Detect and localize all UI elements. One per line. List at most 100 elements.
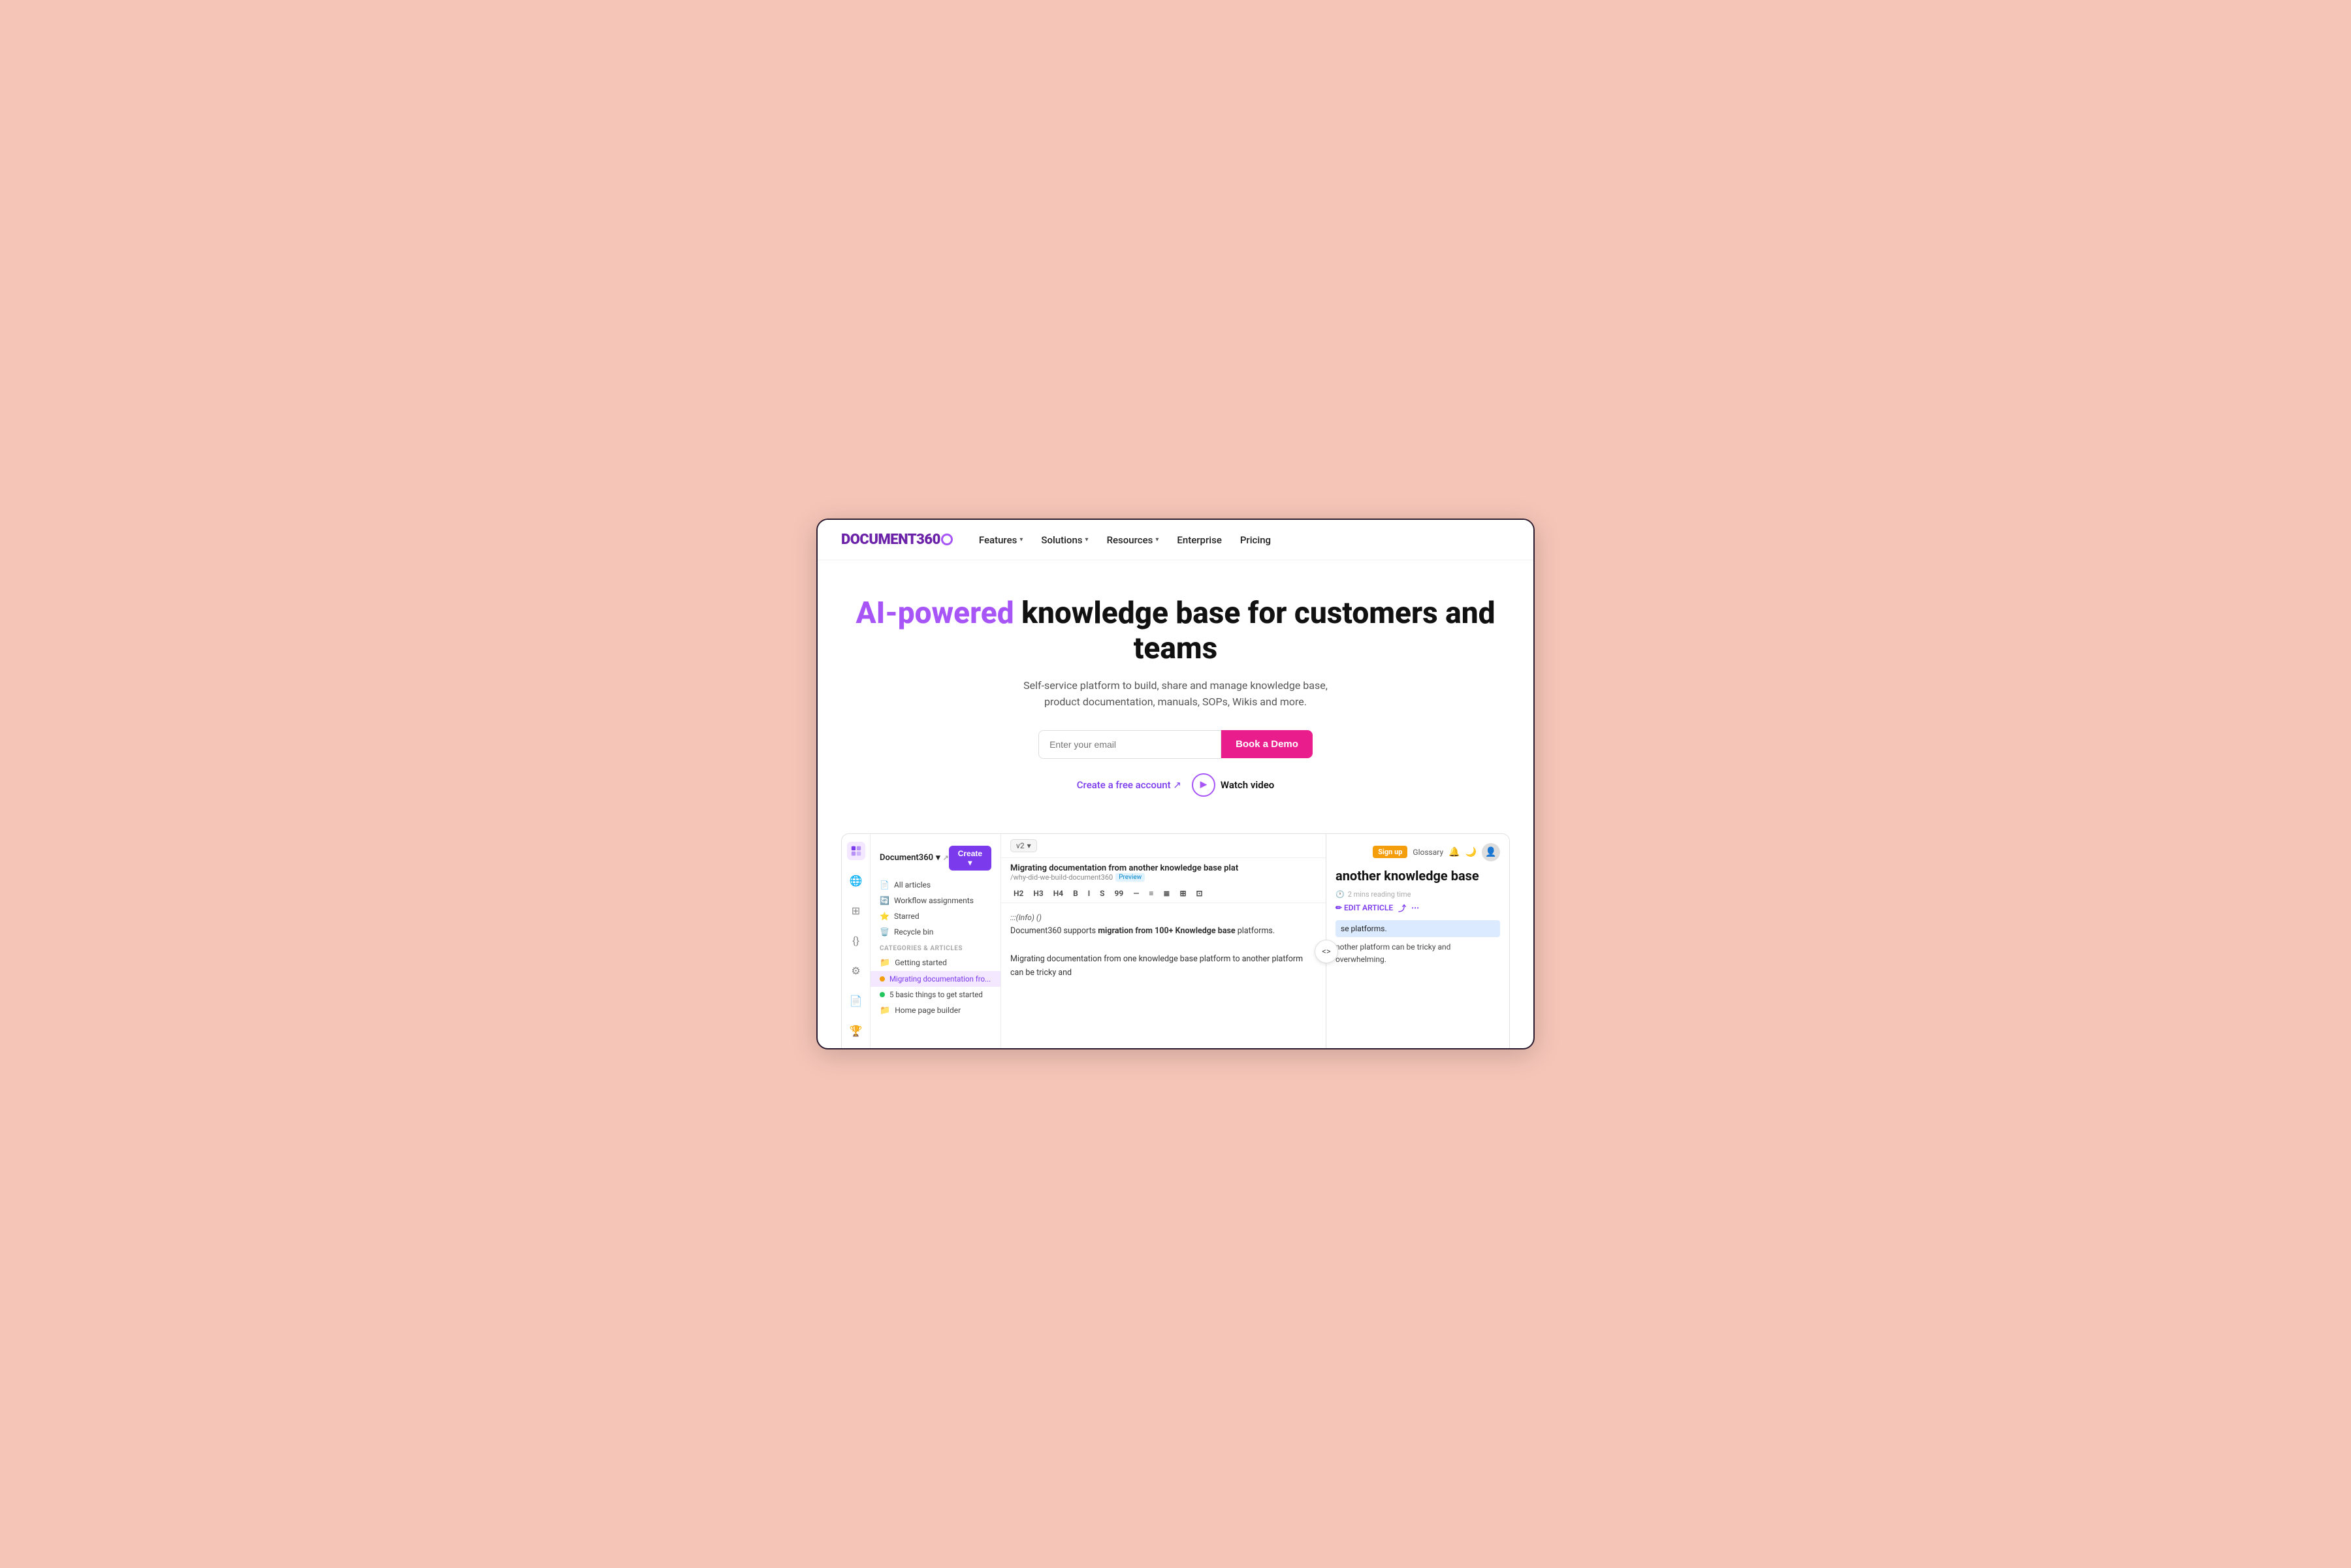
sidebar-header: Document360 ▾ ↗ Create ▾ — [871, 842, 1000, 877]
starred-icon: ⭐ — [880, 912, 889, 921]
sidebar-icon-doc[interactable]: 📄 — [847, 992, 865, 1010]
browser-frame: DOCUMENT360 Features ▾ Solutions ▾ Resou… — [816, 519, 1535, 1049]
version-badge[interactable]: v2 ▾ — [1010, 839, 1037, 852]
editor-panel: v2 ▾ Migrating documentation from anothe… — [1001, 834, 1326, 1048]
nav-link-enterprise[interactable]: Enterprise — [1177, 534, 1221, 546]
navbar: DOCUMENT360 Features ▾ Solutions ▾ Resou… — [818, 520, 1533, 560]
share-icon[interactable]: ⤴ — [1398, 903, 1406, 914]
sign-up-badge[interactable]: Sign up — [1373, 846, 1407, 858]
nav-item-workflow[interactable]: 🔄 Workflow assignments — [871, 893, 1000, 908]
toolbar-h2[interactable]: H2 — [1010, 888, 1027, 899]
preview-pane: Sign up Glossary 🔔 🌙 👤 another knowledge… — [1326, 834, 1509, 1048]
categories-label: CATEGORIES & ARTICLES — [871, 940, 1000, 955]
toolbar-h3[interactable]: H3 — [1030, 888, 1046, 899]
app-screenshot: 🌐 ⊞ {} ⚙ 📄 🏆 Document360 ▾ ↗ Create ▾ 📄 … — [841, 833, 1510, 1048]
nav-item-enterprise[interactable]: Enterprise — [1177, 534, 1221, 546]
watch-video-label: Watch video — [1221, 779, 1274, 791]
toolbar-99[interactable]: 99 — [1111, 888, 1127, 899]
email-form: Book a Demo — [844, 730, 1507, 759]
hero-heading: AI-powered knowledge base for customers … — [844, 596, 1507, 667]
code-toggle-button[interactable]: <> — [1315, 940, 1338, 963]
nav-item-migrating[interactable]: Migrating documentation fro... — [871, 971, 1000, 987]
code-icon: <> — [1322, 947, 1330, 957]
hero-section: AI-powered knowledge base for customers … — [818, 560, 1533, 820]
glossary-link[interactable]: Glossary — [1413, 848, 1443, 857]
chevron-down-icon: ▾ — [1027, 841, 1031, 850]
editor-content: :::(Info) () Document360 supports migrat… — [1001, 903, 1326, 987]
nav-item-all-articles[interactable]: 📄 All articles — [871, 877, 1000, 893]
logo: DOCUMENT360 — [841, 532, 953, 548]
sidebar-icon-trophy[interactable]: 🏆 — [847, 1022, 865, 1040]
editor-article-title: Migrating documentation from another kno… — [1010, 863, 1317, 873]
nav-link-resources[interactable]: Resources ▾ — [1107, 534, 1159, 546]
toolbar-ul[interactable]: ≡ — [1145, 888, 1157, 899]
chevron-down-icon: ▾ — [936, 853, 940, 863]
hero-subtitle: Self-service platform to build, share an… — [1006, 677, 1345, 711]
nav-item-home-builder[interactable]: 📁 Home page builder — [871, 1002, 1000, 1019]
preview-icons: 🔔 🌙 👤 — [1448, 843, 1500, 861]
preview-badge[interactable]: Preview — [1115, 873, 1145, 882]
editor-body-text: Migrating documentation from one knowled… — [1010, 952, 1317, 980]
dot-green-icon — [880, 992, 885, 997]
nav-item-starred[interactable]: ⭐ Starred — [871, 908, 1000, 924]
toolbar-bold[interactable]: B — [1070, 888, 1081, 899]
logo-circle-icon — [941, 534, 953, 545]
sidebar-icons: 🌐 ⊞ {} ⚙ 📄 🏆 — [842, 834, 871, 1048]
sidebar-icon-grid[interactable]: ⊞ — [847, 902, 865, 920]
toolbar-divider: — — [1130, 888, 1142, 899]
nav-item-resources[interactable]: Resources ▾ — [1107, 534, 1159, 546]
more-icon[interactable]: ⋯ — [1411, 903, 1419, 912]
toolbar-table[interactable]: ⊞ — [1176, 888, 1189, 899]
toolbar-image[interactable]: ⊡ — [1193, 888, 1206, 899]
edit-article-bar: ✏ EDIT ARTICLE ⤴ ⋯ — [1335, 903, 1500, 914]
toolbar-h4[interactable]: H4 — [1050, 888, 1066, 899]
logo-text: DOCUMENT360 — [841, 532, 940, 548]
nav-item-getting-started[interactable]: 📁 Getting started — [871, 955, 1000, 971]
preview-highlight: se platforms. — [1335, 920, 1500, 937]
moon-icon[interactable]: 🌙 — [1465, 847, 1477, 857]
preview-topbar: Sign up Glossary 🔔 🌙 👤 — [1335, 843, 1500, 861]
chevron-down-icon: ▾ — [1019, 536, 1023, 543]
folder-icon: 📁 — [880, 1006, 890, 1016]
editor-toolbar: H2 H3 H4 B I S 99 — ≡ ≣ ⊞ ⊡ — [1001, 884, 1326, 903]
preview-heading: another knowledge base — [1335, 868, 1500, 884]
sidebar-doc-label: Document360 ▾ ↗ — [880, 853, 949, 863]
toolbar-strike[interactable]: S — [1096, 888, 1108, 899]
editor-topbar: v2 ▾ — [1001, 834, 1326, 858]
sidebar-icon-code[interactable]: {} — [847, 932, 865, 950]
edit-article-button[interactable]: ✏ EDIT ARTICLE — [1335, 903, 1393, 912]
toolbar-ol[interactable]: ≣ — [1160, 888, 1173, 899]
sidebar-icon-globe[interactable]: 🌐 — [847, 872, 865, 890]
sidebar-nav: Document360 ▾ ↗ Create ▾ 📄 All articles … — [871, 834, 1001, 1048]
nav-item-solutions[interactable]: Solutions ▾ — [1041, 534, 1088, 546]
nav-link-solutions[interactable]: Solutions ▾ — [1041, 534, 1088, 546]
create-account-link[interactable]: Create a free account ↗ — [1077, 779, 1181, 791]
nav-item-pricing[interactable]: Pricing — [1240, 534, 1271, 546]
info-block: :::(Info) () — [1010, 911, 1317, 924]
hero-links: Create a free account ↗ ▶ Watch video — [844, 773, 1507, 797]
editor-text: Document360 supports migration from 100+… — [1010, 924, 1317, 938]
chevron-down-icon: ▾ — [1155, 536, 1159, 543]
nav-link-features[interactable]: Features ▾ — [979, 534, 1023, 546]
chevron-down-icon: ▾ — [1085, 536, 1089, 543]
nav-item-basics[interactable]: 5 basic things to get started — [871, 987, 1000, 1002]
sidebar-icon-settings[interactable]: ⚙ — [847, 962, 865, 980]
create-button[interactable]: Create ▾ — [949, 846, 991, 871]
all-articles-icon: 📄 — [880, 880, 889, 889]
nav-item-features[interactable]: Features ▾ — [979, 534, 1023, 546]
hero-heading-highlight: AI-powered — [856, 596, 1014, 631]
recycle-icon: 🗑️ — [880, 927, 889, 936]
editor-bold-text: migration from 100+ Knowledge base — [1098, 926, 1235, 936]
sidebar-icon-logo[interactable] — [847, 842, 865, 860]
notification-icon[interactable]: 🔔 — [1448, 847, 1460, 857]
toolbar-italic[interactable]: I — [1085, 888, 1093, 899]
email-input[interactable] — [1038, 730, 1221, 759]
nav-item-recycle[interactable]: 🗑️ Recycle bin — [871, 924, 1000, 940]
book-demo-button[interactable]: Book a Demo — [1221, 730, 1313, 758]
watch-video-button[interactable]: ▶ Watch video — [1192, 773, 1274, 797]
play-icon[interactable]: ▶ — [1192, 773, 1215, 797]
editor-title-bar: Migrating documentation from another kno… — [1001, 858, 1326, 884]
preview-body-text: nother platform can be tricky and overwh… — [1335, 941, 1500, 966]
external-link-icon: ↗ — [943, 854, 949, 862]
nav-link-pricing[interactable]: Pricing — [1240, 534, 1271, 546]
